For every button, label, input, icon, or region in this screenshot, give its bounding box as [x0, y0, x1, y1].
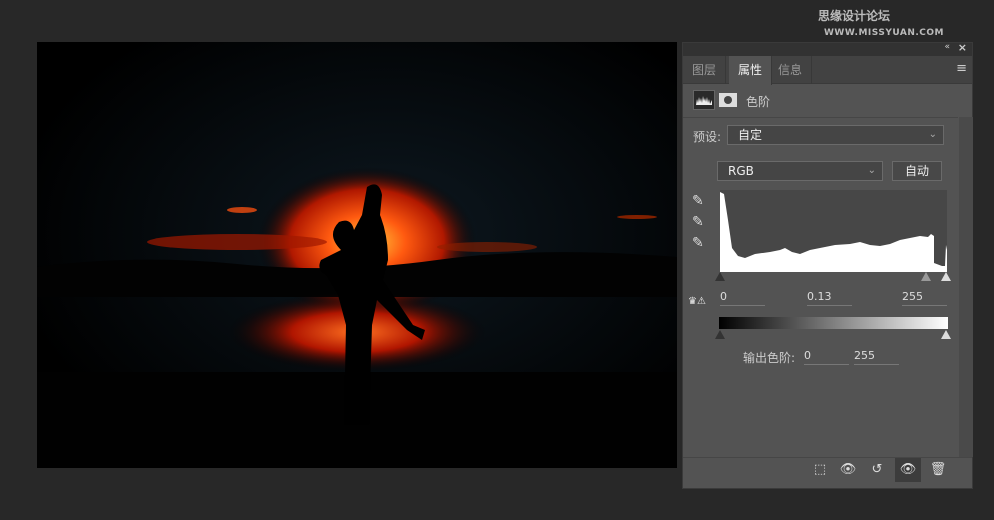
- visibility-eye-icon[interactable]: 👁: [895, 458, 921, 482]
- chevron-down-icon: ⌄: [928, 129, 937, 140]
- panel-header: « ×: [683, 41, 972, 56]
- black-eyedropper-icon[interactable]: ✎: [692, 193, 704, 209]
- clipping-warning-icon[interactable]: ♛⚠: [688, 296, 706, 307]
- output-white-field[interactable]: 255: [854, 349, 899, 365]
- view-previous-state-icon[interactable]: 👁: [835, 458, 861, 482]
- clip-to-layer-icon[interactable]: ⬚: [807, 458, 833, 482]
- input-white-field[interactable]: 255: [902, 290, 947, 306]
- output-white-slider[interactable]: [941, 330, 951, 339]
- preset-label: 预设:: [693, 130, 722, 144]
- input-black-slider[interactable]: [715, 272, 725, 281]
- trash-icon[interactable]: 🗑: [925, 458, 951, 482]
- input-white-slider[interactable]: [941, 272, 951, 281]
- chevron-down-icon: ⌄: [867, 165, 876, 176]
- input-black-field[interactable]: 0: [720, 290, 765, 306]
- adjustment-title: 色阶: [746, 95, 771, 109]
- histogram: [720, 190, 947, 272]
- gray-eyedropper-icon[interactable]: ✎: [692, 214, 704, 230]
- scrollbar[interactable]: [959, 117, 973, 457]
- panel-tabs: 图层 属性 信息 ≡: [683, 56, 972, 85]
- mask-icon[interactable]: [719, 93, 737, 107]
- collapse-icon[interactable]: «: [944, 42, 950, 52]
- properties-panel: « × 图层 属性 信息 ≡ 色阶 预设: 自定 ⌄ RGB ⌄ 自动 ✎ ✎ ✎ …: [682, 41, 973, 489]
- output-black-slider[interactable]: [715, 330, 725, 339]
- divider: [683, 117, 958, 118]
- watermark-url: WWW.MISSYUAN.COM: [824, 28, 945, 38]
- image-canvas[interactable]: [37, 42, 677, 468]
- preset-dropdown[interactable]: 自定 ⌄: [727, 125, 944, 145]
- channel-value: RGB: [728, 164, 754, 178]
- tab-properties[interactable]: 属性: [729, 56, 773, 85]
- watermark-cn: 思缘设计论坛: [818, 9, 891, 23]
- input-gamma-field[interactable]: 0.13: [807, 290, 852, 306]
- output-gradient: [719, 317, 948, 329]
- tab-info[interactable]: 信息: [769, 56, 813, 84]
- sunset-photo: [37, 42, 677, 468]
- preset-value: 自定: [738, 128, 763, 142]
- output-label: 输出色阶:: [743, 351, 796, 365]
- input-gamma-slider[interactable]: [921, 272, 931, 281]
- auto-button[interactable]: 自动: [892, 161, 942, 181]
- tab-layers[interactable]: 图层: [683, 56, 727, 84]
- reset-icon[interactable]: ↺: [864, 458, 890, 482]
- close-icon[interactable]: ×: [958, 41, 967, 54]
- output-black-field[interactable]: 0: [804, 349, 849, 365]
- watermark: 思缘设计论坛 WWW.MISSYUAN.COM: [818, 7, 994, 38]
- levels-icon[interactable]: [693, 90, 715, 110]
- bottom-toolbar: ⬚ 👁 ↺ 👁 🗑: [683, 457, 972, 483]
- channel-dropdown[interactable]: RGB ⌄: [717, 161, 883, 181]
- panel-menu-icon[interactable]: ≡: [956, 61, 967, 76]
- white-eyedropper-icon[interactable]: ✎: [692, 235, 704, 251]
